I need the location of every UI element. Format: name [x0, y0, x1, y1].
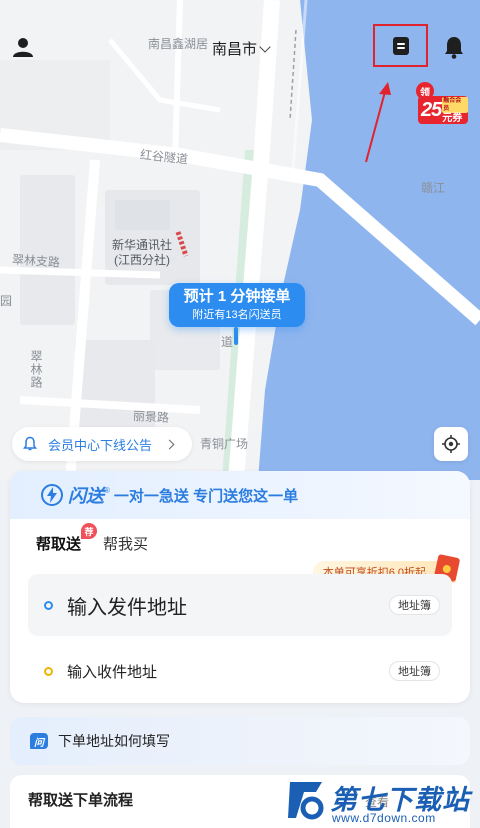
- map-label-dao: 道: [221, 335, 234, 349]
- brand-trademark: ®: [104, 485, 110, 495]
- coupon-unit: 元券: [442, 112, 463, 124]
- notice-pill[interactable]: 会员中心下线公告: [12, 427, 192, 461]
- address-help-label: 下单地址如何填写: [58, 733, 170, 749]
- city-name: 南昌市: [212, 41, 258, 58]
- order-list-icon: [392, 36, 409, 55]
- sender-address-field[interactable]: 输入发件地址 地址簿: [28, 574, 452, 636]
- tab-buy-for-me[interactable]: 帮我买: [103, 533, 148, 554]
- receiver-dot-icon: [44, 666, 53, 676]
- coupon-amount: 25: [421, 98, 442, 121]
- sender-address-placeholder: 输入发件地址: [67, 596, 187, 619]
- coupon-body: 25 融合会员 元券: [418, 96, 468, 124]
- question-icon: 问: [30, 733, 48, 749]
- notice-bell-icon: [23, 436, 37, 451]
- process-title: 帮取送下单流程: [28, 792, 134, 809]
- user-icon[interactable]: [10, 34, 36, 60]
- eta-title: 预计 1 分钟接单: [183, 288, 291, 305]
- service-tabs: 帮取送 荐 帮我买: [36, 523, 148, 554]
- eta-bubble: 预计 1 分钟接单 附近有13名闪送员: [169, 283, 305, 327]
- map-label-xinhua-line2: (江西分社): [114, 253, 170, 267]
- card-header: 闪送 ® 一对一急送 专门送您这一单: [10, 471, 470, 519]
- site-watermark: 第七下载站 www.d7down.com: [286, 776, 480, 828]
- watermark-logo-icon: [288, 782, 324, 820]
- brand-slogan: 一对一急送 专门送您这一单: [113, 487, 299, 505]
- map-label-cuilin-road: 翠林路: [29, 350, 43, 389]
- coupon-tag: 融合会员: [442, 96, 468, 113]
- eta-subtitle: 附近有13名闪送员: [192, 309, 282, 321]
- map-label-xinhua-line1: 新华通讯社: [112, 238, 173, 252]
- bell-icon[interactable]: [441, 34, 467, 60]
- address-help-bar[interactable]: 问 下单地址如何填写: [10, 717, 470, 765]
- locate-button[interactable]: [434, 427, 468, 461]
- sender-dot-icon: [44, 600, 53, 610]
- map-canvas: [0, 0, 480, 480]
- map-label-qingtong: 青铜广场: [200, 437, 249, 451]
- coupon-unit-wrap: 融合会员 元券: [442, 96, 468, 124]
- map-label-xinhua: 新华通讯社 (江西分社): [112, 238, 172, 268]
- order-card: 闪送 ® 一对一急送 专门送您这一单 帮取送 荐 帮我买 本单可享折扣6.0折起…: [10, 471, 470, 703]
- flash-icon: [41, 484, 63, 506]
- city-selector[interactable]: 南昌市: [212, 38, 271, 59]
- receiver-address-field[interactable]: 输入收件地址 地址簿: [28, 651, 452, 691]
- order-list-button[interactable]: [373, 24, 428, 67]
- receiver-address-book-button[interactable]: 地址簿: [389, 661, 440, 681]
- top-bar: 南昌市: [0, 24, 480, 70]
- map-label-lijing: 丽景路: [132, 409, 170, 425]
- tab-pickup-delivery-label: 帮取送: [36, 536, 82, 553]
- map-label-yuan: 园: [0, 294, 13, 308]
- locate-icon: [442, 435, 460, 453]
- receiver-address-placeholder: 输入收件地址: [67, 663, 158, 681]
- map-pin: [234, 327, 238, 345]
- annotation-arrow: [365, 82, 391, 163]
- map-view[interactable]: 南昌鑫湖居 红谷隧道 赣江 新华通讯社 (江西分社) 翠林支路 园 翠林路 丽景…: [0, 0, 480, 480]
- coupon-badge[interactable]: 领 25 融合会员 元券: [416, 82, 470, 128]
- notice-label: 会员中心下线公告: [48, 437, 153, 453]
- tab-pickup-delivery[interactable]: 帮取送 荐: [36, 523, 98, 554]
- recommend-badge: 荐: [81, 523, 98, 539]
- brand-name: 闪送: [68, 486, 104, 506]
- chevron-right-icon: [164, 439, 175, 449]
- chevron-down-icon: [259, 40, 271, 53]
- map-label-river: 赣江: [421, 181, 446, 195]
- sender-address-book-button[interactable]: 地址簿: [389, 595, 440, 615]
- map-label-cuilin-branch: 翠林支路: [11, 252, 61, 270]
- watermark-url: www.d7down.com: [332, 811, 436, 825]
